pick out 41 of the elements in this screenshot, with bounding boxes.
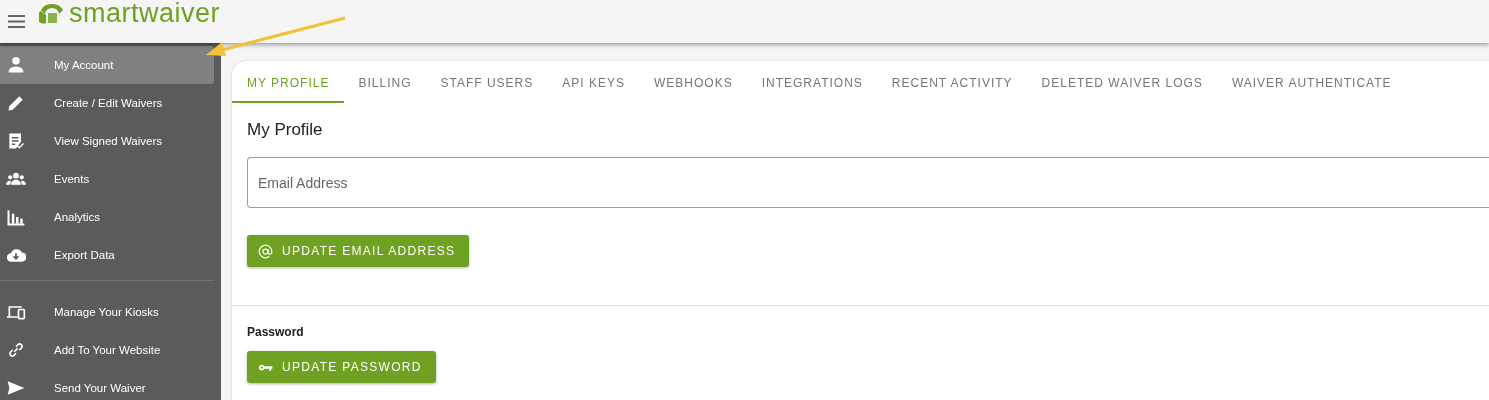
sidebar-label: View Signed Waivers xyxy=(54,135,163,147)
tab[interactable]: API KEYS xyxy=(547,61,640,103)
logo-icon xyxy=(39,3,65,24)
sidebar-item[interactable]: Manage Your Kiosks xyxy=(0,293,214,331)
sidebar-label: Create / Edit Waivers xyxy=(54,97,163,109)
update-email-button[interactable]: UPDATE EMAIL ADDRESS xyxy=(247,235,470,267)
tab[interactable]: RECENT ACTIVITY xyxy=(877,61,1028,103)
section-title: My Profile xyxy=(247,120,324,140)
email-field[interactable]: Email Address xyxy=(247,157,1489,208)
document-check-icon xyxy=(6,131,26,151)
tab[interactable]: BILLING xyxy=(343,61,426,103)
sidebar-label: Add To Your Website xyxy=(54,344,161,356)
bar-chart-icon xyxy=(6,207,26,227)
at-sign-icon xyxy=(258,243,273,259)
sidebar-item[interactable]: Export Data xyxy=(0,236,214,274)
sidebar-item[interactable]: Analytics xyxy=(0,198,214,236)
sidebar-item[interactable]: Send Your Waiver xyxy=(0,369,214,400)
password-label: Password xyxy=(247,325,305,339)
sidebar-item[interactable]: View Signed Waivers xyxy=(0,122,214,160)
sidebar-label: Analytics xyxy=(54,211,101,223)
sidebar-label: Export Data xyxy=(54,249,115,261)
sidebar-label: Events xyxy=(54,173,90,185)
tab[interactable]: WAIVER AUTHENTICATE xyxy=(1217,61,1407,103)
menu-icon[interactable] xyxy=(8,15,25,28)
tab[interactable]: WEBHOOKS xyxy=(639,61,748,103)
sidebar-label: Manage Your Kiosks xyxy=(54,306,159,318)
sidebar-item[interactable]: Events xyxy=(0,160,214,198)
person-icon xyxy=(6,55,26,75)
sidebar-label: My Account xyxy=(54,59,114,71)
sidebar-item[interactable]: Create / Edit Waivers xyxy=(0,84,214,122)
link-icon xyxy=(6,340,26,360)
sidebar-item[interactable]: Add To Your Website xyxy=(0,331,214,369)
tab[interactable]: STAFF USERS xyxy=(426,61,548,103)
tab[interactable]: DELETED WAIVER LOGS xyxy=(1027,61,1218,103)
tab[interactable]: INTEGRATIONS xyxy=(747,61,878,103)
logo-text[interactable]: smartwaiver xyxy=(69,0,221,29)
sidebar-label: Send Your Waiver xyxy=(54,382,146,394)
tab[interactable]: MY PROFILE xyxy=(232,61,344,103)
sidebar-item[interactable]: My Account xyxy=(0,46,214,84)
pencil-icon xyxy=(6,93,26,113)
update-password-button[interactable]: UPDATE PASSWORD xyxy=(247,351,436,383)
